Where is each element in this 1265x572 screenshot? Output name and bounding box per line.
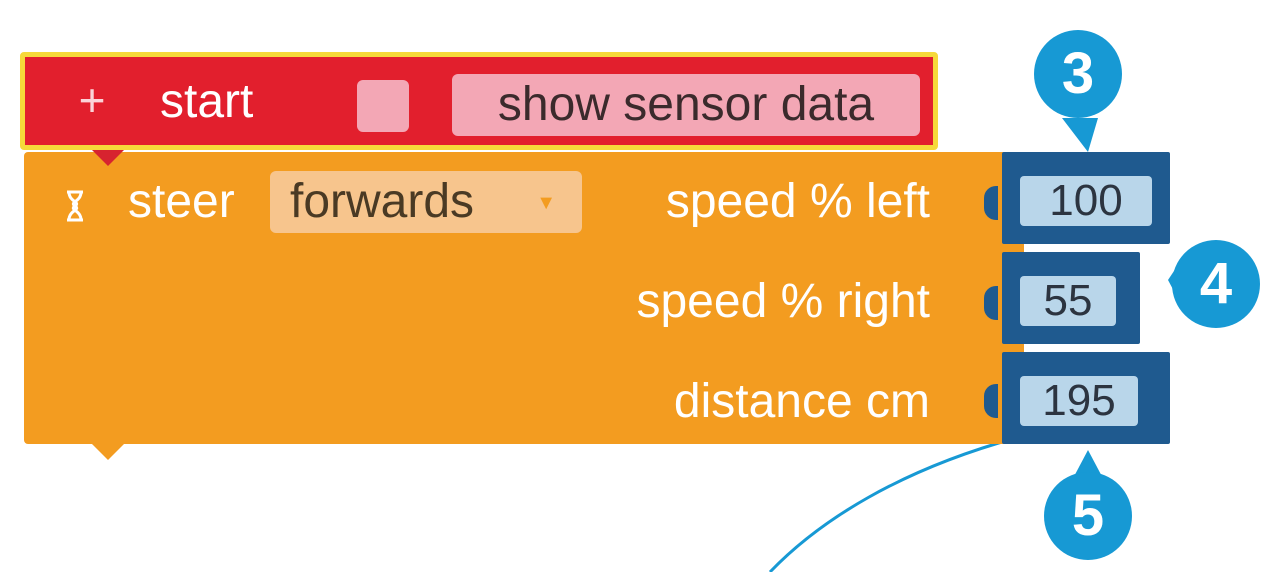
start-label: start bbox=[160, 75, 254, 128]
hourglass-icon bbox=[67, 190, 83, 222]
speed-right-socket bbox=[984, 286, 998, 320]
speed-left-socket bbox=[984, 186, 998, 220]
callout-3-pointer bbox=[1062, 118, 1098, 152]
show-sensor-data-label[interactable]: show sensor data bbox=[452, 74, 920, 136]
start-block-notch-fill bbox=[92, 150, 124, 166]
chevron-down-icon[interactable]: ▼ bbox=[536, 193, 556, 213]
steer-label: steer bbox=[128, 175, 235, 228]
callout-5: 5 bbox=[1044, 472, 1132, 560]
steer-block-bottom-notch bbox=[92, 444, 124, 460]
callout-4: 4 bbox=[1172, 240, 1260, 328]
speed-left-label: speed % left bbox=[665, 175, 930, 228]
callout-3: 3 bbox=[1034, 30, 1122, 118]
speed-left-value[interactable]: 100 bbox=[1020, 176, 1152, 226]
connector-line bbox=[768, 436, 1017, 572]
speed-right-label: speed % right bbox=[636, 275, 930, 328]
distance-socket bbox=[984, 384, 998, 418]
distance-value[interactable]: 195 bbox=[1020, 376, 1138, 426]
distance-label: distance cm bbox=[673, 375, 930, 428]
speed-left-number-block[interactable]: 100 bbox=[1002, 152, 1170, 244]
speed-right-number-block[interactable]: 55 bbox=[1002, 252, 1140, 344]
plus-icon[interactable]: + bbox=[72, 77, 112, 123]
direction-dropdown-value: forwards bbox=[290, 175, 475, 228]
show-sensor-data-checkbox[interactable] bbox=[357, 80, 409, 132]
speed-right-value[interactable]: 55 bbox=[1020, 276, 1116, 326]
direction-dropdown[interactable]: forwards ▼ bbox=[270, 171, 582, 233]
distance-number-block[interactable]: 195 bbox=[1002, 352, 1170, 444]
